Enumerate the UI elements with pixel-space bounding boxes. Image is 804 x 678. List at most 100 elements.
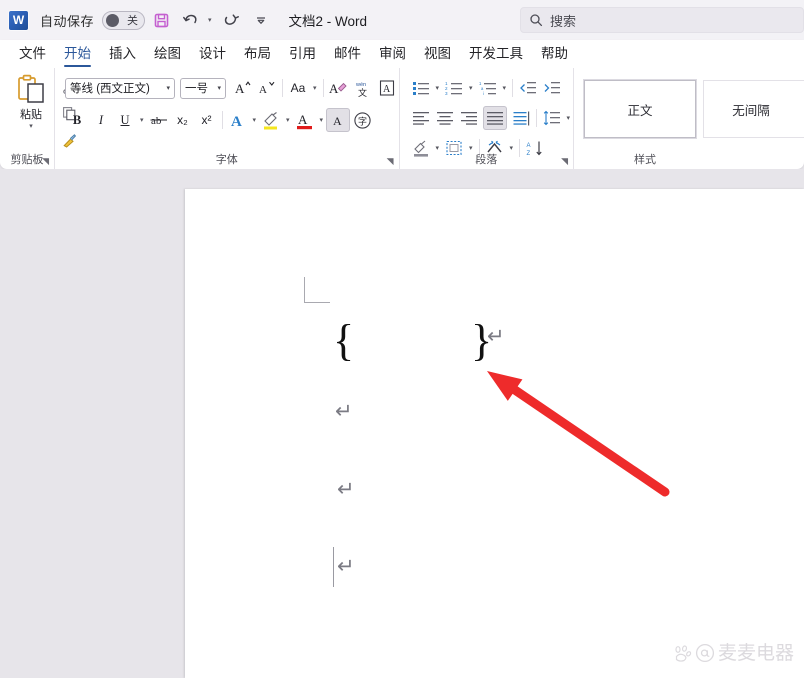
line-spacing-dropdown-arrow[interactable]: ▾ bbox=[564, 114, 574, 122]
ribbon-tab-strip: 文件 开始 插入 绘图 设计 布局 引用 邮件 审阅 视图 开发工具 帮助 bbox=[0, 40, 804, 68]
svg-text:ab: ab bbox=[151, 115, 162, 127]
paste-dropdown-arrow[interactable]: ▾ bbox=[26, 122, 36, 130]
align-right-button[interactable] bbox=[457, 106, 481, 130]
divider bbox=[535, 109, 537, 127]
paragraph-dialog-launcher[interactable]: ◥ bbox=[561, 157, 568, 166]
font-name-value: 等线 (西文正文) bbox=[70, 83, 150, 95]
redo-arrow-icon bbox=[224, 14, 239, 25]
character-shading-icon: A bbox=[333, 114, 342, 128]
clipboard-paste-icon bbox=[18, 74, 44, 103]
autosave-toggle[interactable]: 关 bbox=[102, 10, 146, 30]
font-color-icon: A bbox=[297, 112, 313, 129]
justify-button[interactable] bbox=[482, 106, 507, 130]
font-dialog-launcher[interactable]: ◥ bbox=[387, 157, 394, 166]
font-size-dropdown-arrow[interactable]: ▾ bbox=[217, 84, 225, 92]
increase-indent-button[interactable] bbox=[540, 76, 564, 100]
shrink-font-button[interactable]: A bbox=[255, 76, 279, 100]
subscript-icon: x₂ bbox=[177, 113, 188, 127]
change-case-button[interactable]: Aa bbox=[286, 76, 310, 100]
character-shading-button[interactable]: A bbox=[326, 108, 351, 132]
tab-references[interactable]: 引用 bbox=[280, 41, 325, 67]
tab-mailings[interactable]: 邮件 bbox=[325, 41, 370, 67]
svg-text:A: A bbox=[298, 112, 308, 127]
text-effects-dropdown-arrow[interactable]: ▾ bbox=[250, 116, 260, 124]
search-icon bbox=[530, 14, 543, 27]
autosave-knob bbox=[106, 13, 120, 27]
bullet-list-button[interactable] bbox=[409, 76, 433, 100]
tab-layout[interactable]: 布局 bbox=[235, 41, 280, 67]
group-styles: 正文 无间隔 样式 bbox=[573, 68, 804, 169]
strikethrough-button[interactable]: ab bbox=[147, 108, 171, 132]
tab-file[interactable]: 文件 bbox=[10, 41, 55, 67]
font-name-combo[interactable]: 等线 (西文正文) ▾ bbox=[65, 77, 175, 99]
highlight-dropdown-arrow[interactable]: ▾ bbox=[283, 116, 293, 124]
bold-button[interactable]: B bbox=[65, 108, 89, 132]
group-font: 等线 (西文正文) ▾ 一号 ▾ A A Aa ▾ A wén 文 A B I … bbox=[54, 68, 399, 169]
search-box[interactable]: 搜索 bbox=[520, 7, 804, 33]
change-case-dropdown-arrow[interactable]: ▾ bbox=[310, 84, 320, 92]
text-highlight-button[interactable] bbox=[259, 108, 283, 132]
subscript-button[interactable]: x₂ bbox=[171, 108, 195, 132]
grow-font-icon: A bbox=[235, 81, 251, 96]
customize-quick-access-button[interactable] bbox=[247, 6, 275, 34]
decrease-indent-button[interactable] bbox=[516, 76, 540, 100]
multilevel-dropdown-arrow[interactable]: ▾ bbox=[500, 84, 510, 92]
tab-view[interactable]: 视图 bbox=[415, 41, 460, 67]
group-label-styles: 样式 bbox=[634, 154, 657, 166]
numbering-dropdown-arrow[interactable]: ▾ bbox=[466, 84, 476, 92]
paste-button[interactable]: 粘贴 ▾ bbox=[8, 74, 54, 130]
svg-text:A: A bbox=[333, 114, 342, 128]
undo-dropdown-arrow[interactable]: ▾ bbox=[205, 16, 215, 24]
clipboard-dialog-launcher[interactable]: ◥ bbox=[42, 157, 49, 166]
phonetic-guide-icon: wén 文 bbox=[355, 82, 367, 98]
align-left-button[interactable] bbox=[409, 106, 433, 130]
increase-indent-icon bbox=[544, 82, 561, 94]
document-page[interactable]: { } ↵ ↵ ↵ ↵ 麦麦电器 bbox=[185, 189, 804, 678]
style-item-normal[interactable]: 正文 bbox=[584, 80, 697, 138]
text-effects-button[interactable]: A bbox=[226, 108, 250, 132]
tab-home[interactable]: 开始 bbox=[55, 41, 100, 67]
numbered-list-button[interactable]: 1 2 3 bbox=[442, 76, 466, 100]
underline-button[interactable]: U bbox=[113, 108, 137, 132]
phonetic-guide-button[interactable]: wén 文 bbox=[351, 76, 375, 100]
multilevel-list-icon: 1 a i bbox=[479, 81, 496, 96]
annotation-arrow bbox=[487, 371, 670, 497]
style-item-no-spacing[interactable]: 无间隔 bbox=[703, 80, 804, 138]
multilevel-list-button[interactable]: 1 a i bbox=[476, 76, 500, 100]
svg-text:A: A bbox=[383, 84, 391, 95]
redo-button[interactable] bbox=[217, 6, 245, 34]
svg-text:A: A bbox=[231, 114, 242, 129]
bullets-dropdown-arrow[interactable]: ▾ bbox=[433, 84, 443, 92]
font-name-dropdown-arrow[interactable]: ▾ bbox=[166, 84, 174, 92]
tab-design[interactable]: 设计 bbox=[190, 41, 235, 67]
tab-draw[interactable]: 绘图 bbox=[145, 41, 190, 67]
distribute-text-button[interactable] bbox=[509, 106, 533, 130]
svg-text:文: 文 bbox=[358, 87, 367, 98]
tab-help[interactable]: 帮助 bbox=[532, 41, 577, 67]
clear-formatting-button[interactable]: A bbox=[327, 76, 351, 100]
svg-text:A: A bbox=[235, 81, 245, 96]
font-color-dropdown-arrow[interactable]: ▾ bbox=[317, 116, 327, 124]
font-color-button[interactable]: A bbox=[293, 108, 317, 132]
undo-arrow-icon bbox=[183, 14, 197, 24]
underline-dropdown-arrow[interactable]: ▾ bbox=[137, 116, 147, 124]
style-name: 无间隔 bbox=[732, 103, 770, 118]
divider bbox=[322, 79, 324, 97]
group-paragraph: ▾ 1 2 3 ▾ 1 a i ▾ ▾ ▾ ▾ ▾ A Z 段落 ◥ bbox=[398, 68, 574, 169]
watermark: 麦麦电器 bbox=[672, 643, 794, 663]
decrease-indent-icon bbox=[520, 82, 537, 94]
font-size-combo[interactable]: 一号 ▾ bbox=[180, 77, 226, 99]
character-border-button[interactable]: A bbox=[375, 76, 399, 100]
superscript-button[interactable]: x² bbox=[195, 108, 219, 132]
enclose-character-button[interactable]: 字 bbox=[350, 108, 374, 132]
undo-button[interactable] bbox=[177, 6, 205, 34]
align-center-button[interactable] bbox=[433, 106, 457, 130]
italic-button[interactable]: I bbox=[89, 108, 113, 132]
grow-font-button[interactable]: A bbox=[231, 76, 255, 100]
tab-developer[interactable]: 开发工具 bbox=[460, 41, 532, 67]
tab-insert[interactable]: 插入 bbox=[100, 41, 145, 67]
tab-review[interactable]: 审阅 bbox=[370, 41, 415, 67]
line-spacing-button[interactable] bbox=[540, 106, 564, 130]
save-button[interactable] bbox=[147, 6, 175, 34]
customize-quick-access-icon bbox=[256, 17, 265, 25]
